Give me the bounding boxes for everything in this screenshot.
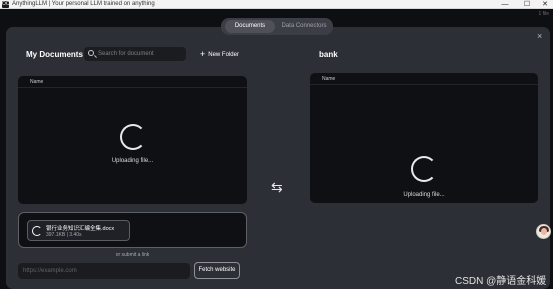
my-documents-title: My Documents	[26, 50, 83, 59]
column-header: Name	[310, 73, 538, 85]
my-documents-panel: Name Uploading file...	[18, 76, 247, 204]
avatar-face	[541, 228, 547, 235]
top-hint: 1 file	[538, 11, 549, 17]
search-icon	[88, 50, 94, 56]
minimize-icon[interactable]: —	[498, 0, 512, 9]
close-icon[interactable]: ×	[537, 32, 542, 41]
file-meta: 397.1KB | 3.40s	[46, 232, 82, 238]
uploading-file-card: 银行业务知识汇编全集.docx 397.1KB | 3.40s	[27, 220, 130, 241]
new-folder-label: New Folder	[208, 52, 239, 58]
app-logo-icon: OO	[2, 1, 10, 8]
uploading-status: Uploading file...	[403, 192, 445, 198]
tab-documents[interactable]: Documents	[225, 20, 275, 33]
maximize-icon[interactable]: ☐	[520, 0, 534, 9]
plus-icon: +	[200, 49, 206, 59]
url-input[interactable]: https://example.com	[18, 263, 190, 279]
close-window-icon[interactable]: ✕	[538, 0, 552, 9]
upload-dropzone[interactable]: 银行业务知识汇编全集.docx 397.1KB | 3.40s	[18, 212, 247, 248]
window-title: AnythingLLM | Your personal LLM trained …	[12, 1, 155, 7]
column-header: Name	[18, 76, 247, 88]
watermark: CSDN @静语金科媛	[455, 276, 547, 287]
title-bar: OO AnythingLLM | Your personal LLM train…	[0, 0, 553, 9]
tab-switcher: Documents Data Connectors	[221, 18, 333, 35]
loading-spinner-icon	[120, 124, 146, 150]
file-name: 银行业务知识汇编全集.docx	[46, 226, 115, 232]
avatar[interactable]	[536, 224, 551, 239]
column-name: Name	[322, 76, 336, 82]
or-submit-link-label: or submit a link	[115, 252, 150, 258]
loading-spinner-icon	[411, 156, 437, 182]
swap-arrows-icon[interactable]: ⇆	[271, 180, 283, 194]
tab-data-connectors[interactable]: Data Connectors	[277, 20, 331, 33]
workspace-documents-panel: Name Uploading file...	[310, 73, 538, 203]
search-placeholder: Search for document	[98, 51, 154, 57]
file-spinner-icon	[32, 226, 42, 236]
workspace-title: bank	[319, 50, 338, 59]
fetch-website-button[interactable]: Fetch website	[194, 262, 240, 279]
new-folder-button[interactable]: + New Folder	[200, 48, 239, 60]
column-name: Name	[30, 79, 44, 85]
app-window: OO AnythingLLM | Your personal LLM train…	[0, 0, 553, 289]
uploading-status: Uploading file...	[111, 158, 154, 164]
search-input[interactable]: Search for document	[84, 47, 186, 61]
